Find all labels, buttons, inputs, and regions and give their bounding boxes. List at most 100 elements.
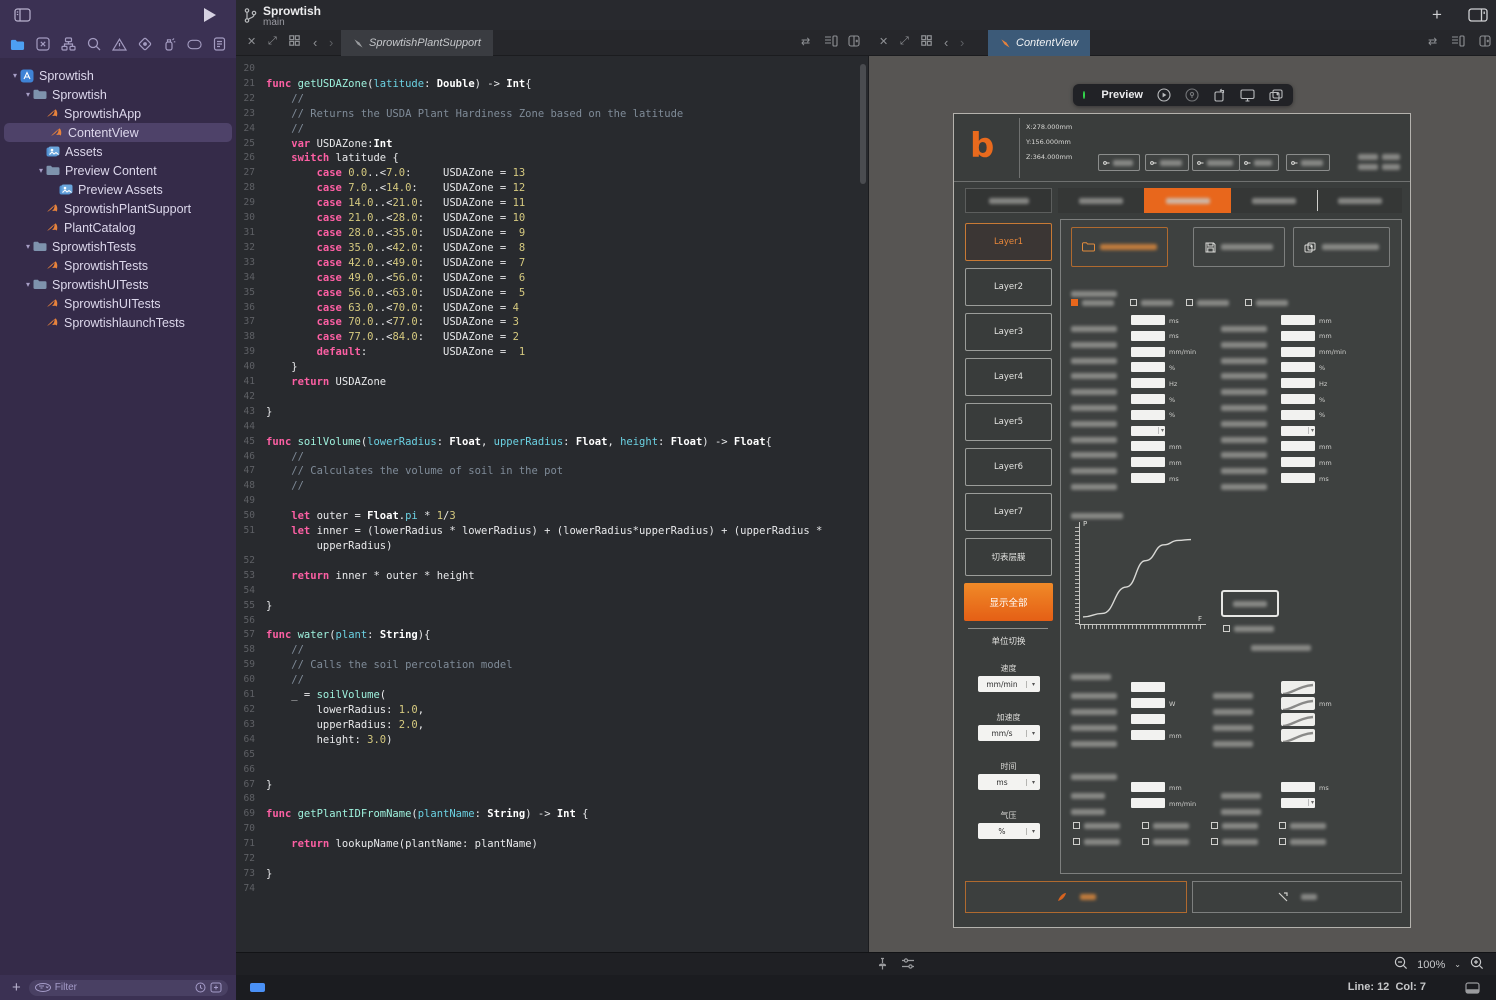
editor-layout-icon[interactable] [1468, 8, 1488, 27]
code-line[interactable]: 26 switch latitude { [236, 151, 868, 166]
open-process-button[interactable] [1071, 227, 1168, 267]
minimap-icon[interactable] [824, 35, 838, 50]
code-line[interactable]: 63 upperRadius: 2.0, [236, 718, 868, 733]
code-line[interactable]: 41 return USDAZone [236, 375, 868, 390]
code-line[interactable]: 25 var USDAZone:Int [236, 137, 868, 152]
code-line[interactable]: 54 [236, 584, 868, 599]
param-input[interactable] [1281, 362, 1315, 372]
param-input[interactable] [1281, 410, 1315, 420]
layer-button-7[interactable]: Layer7 [965, 493, 1052, 531]
unit-select-1[interactable]: mm/min▾ [978, 676, 1040, 692]
code-line[interactable]: 24 // [236, 122, 868, 137]
show-all-button[interactable]: 显示全部 [964, 583, 1053, 621]
curve-value-box[interactable] [1221, 590, 1279, 617]
play-preview-icon[interactable] [1157, 88, 1171, 102]
debug-area-toggle-icon[interactable] [1465, 981, 1480, 999]
sidebar-item-sprowtishapp[interactable]: SprowtishApp [0, 104, 236, 123]
sidebar-item-sprowtishplantsupport[interactable]: SprowtishPlantSupport [0, 199, 236, 218]
save-process-button[interactable] [1193, 227, 1285, 267]
checkbox-icon[interactable] [1142, 838, 1149, 845]
option-checkbox-7[interactable] [1211, 837, 1271, 846]
option-checkbox-8[interactable] [1279, 837, 1339, 846]
param-input[interactable] [1281, 347, 1315, 357]
run-button[interactable] [204, 8, 216, 22]
sidebar-toggle-icon[interactable] [14, 8, 31, 27]
code-line[interactable]: 42 [236, 390, 868, 405]
param-select[interactable] [1131, 426, 1165, 436]
header-tool-chip[interactable] [1286, 154, 1330, 171]
code-line[interactable]: 49 [236, 494, 868, 509]
code-line[interactable]: 55} [236, 599, 868, 614]
code-line[interactable]: 67} [236, 778, 868, 793]
code-line[interactable]: 22 // [236, 92, 868, 107]
checkbox-icon[interactable] [1211, 838, 1218, 845]
breakpoint-indicator[interactable] [250, 983, 265, 992]
waveform-thumbnail[interactable] [1281, 681, 1315, 694]
param-input[interactable] [1281, 441, 1315, 451]
param-input[interactable] [1131, 698, 1165, 708]
code-line[interactable]: 66 [236, 763, 868, 778]
sidebar-item-sprowtish[interactable]: ▾Sprowtish [0, 85, 236, 104]
option-checkbox-5[interactable] [1073, 837, 1133, 846]
add-file-button[interactable]: + [12, 979, 21, 996]
swap-preview-icon[interactable]: ⇄ [1428, 35, 1437, 48]
param-select[interactable] [1281, 426, 1315, 436]
swap-editors-icon[interactable]: ⇄ [801, 35, 810, 48]
layer-button-2[interactable]: Layer2 [965, 268, 1052, 306]
code-line[interactable]: 53 return inner * outer * height [236, 569, 868, 584]
param-input[interactable] [1131, 730, 1165, 740]
layer-button-4[interactable]: Layer4 [965, 358, 1052, 396]
sidebar-item-contentview[interactable]: ContentView [4, 123, 232, 142]
back-icon[interactable]: ‹ [313, 35, 317, 50]
code-line[interactable]: 60 // [236, 673, 868, 688]
sidebar-item-sprowtishuitests[interactable]: ▾SprowtishUITests [0, 275, 236, 294]
header-tool-chip[interactable] [1239, 154, 1279, 171]
forward-icon[interactable]: › [329, 35, 333, 50]
code-line[interactable]: 62 lowerRadius: 1.0, [236, 703, 868, 718]
tab-contentview[interactable]: ContentView [988, 30, 1090, 56]
code-line[interactable]: 65 [236, 748, 868, 763]
duplicate-preview-icon[interactable] [1269, 89, 1283, 102]
zoom-in-icon[interactable] [1470, 956, 1484, 973]
code-line[interactable]: 69func getPlantIDFromName(plantName: Str… [236, 807, 868, 822]
canvas-settings-icon[interactable] [901, 957, 915, 975]
code-line[interactable]: 48 // [236, 479, 868, 494]
add-editor-icon[interactable] [848, 35, 860, 50]
code-line[interactable]: 38 case 77.0..<84.0: USDAZone = 2 [236, 330, 868, 345]
checkbox-icon[interactable] [1223, 625, 1230, 632]
unit-select-4[interactable]: %▾ [978, 823, 1040, 839]
code-line[interactable]: 23 // Returns the USDA Plant Hardiness Z… [236, 107, 868, 122]
recents-icon[interactable] [195, 982, 206, 993]
close-preview-icon[interactable]: ✕ [879, 35, 888, 48]
preview-back-icon[interactable]: ‹ [944, 35, 948, 50]
code-line[interactable]: 68 [236, 792, 868, 807]
grid-editor-icon[interactable] [289, 35, 300, 49]
debug-navigator-icon[interactable] [163, 37, 176, 52]
code-line[interactable]: 57func water(plant: String){ [236, 628, 868, 643]
filter-field[interactable]: Filter [29, 980, 228, 996]
mode-checkbox-2[interactable] [1130, 298, 1182, 307]
code-line[interactable]: 52 [236, 554, 868, 569]
code-line[interactable]: 47 // Calculates the volume of soil in t… [236, 464, 868, 479]
checkbox-icon[interactable] [1186, 299, 1193, 306]
code-line[interactable]: 73} [236, 867, 868, 882]
sidebar-item-sprowtishuitests[interactable]: SprowtishUITests [0, 294, 236, 313]
code-line[interactable]: 43} [236, 405, 868, 420]
find-navigator-icon[interactable] [36, 37, 50, 52]
mode-checkbox-3[interactable] [1186, 298, 1238, 307]
chevron-down-icon[interactable]: ▾ [23, 90, 33, 99]
tab-sprowtishplantsupport[interactable]: SprowtishPlantSupport [341, 30, 493, 56]
layer-button-5[interactable]: Layer5 [965, 403, 1052, 441]
expand-preview-icon[interactable]: ⤢ [900, 35, 909, 48]
code-line[interactable]: 61 _ = soilVolume( [236, 688, 868, 703]
device-tab-2-active[interactable] [1144, 188, 1231, 213]
code-line[interactable]: 64 height: 3.0) [236, 733, 868, 748]
close-editor-icon[interactable]: ✕ [247, 35, 256, 48]
code-line[interactable]: 30 case 21.0..<28.0: USDAZone = 10 [236, 211, 868, 226]
code-line[interactable]: 70 [236, 822, 868, 837]
code-line[interactable]: 40 } [236, 360, 868, 375]
inspector-toggle-icon[interactable] [1479, 35, 1491, 50]
waveform-thumbnail[interactable] [1281, 697, 1315, 710]
pin-icon[interactable] [876, 957, 889, 976]
param-input[interactable] [1281, 457, 1315, 467]
